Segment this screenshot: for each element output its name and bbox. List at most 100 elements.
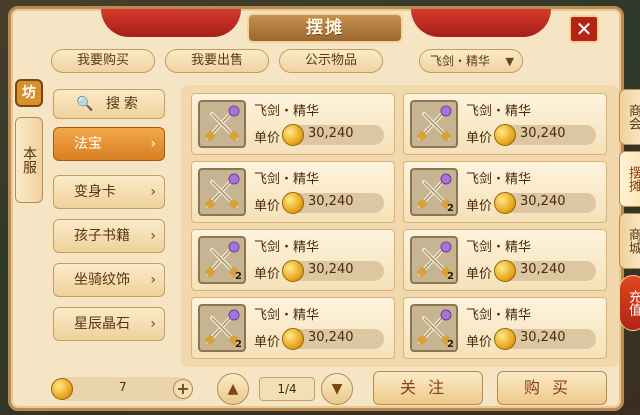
item-name: 飞剑・精华 [254,240,320,255]
item-card[interactable]: 2 飞剑・精华单价 30,240 [191,297,395,359]
coin-icon [494,328,516,350]
price-box: 30,240 [282,192,384,214]
search-button[interactable]: 🔍 搜索 [53,89,165,119]
item-filter-select[interactable]: 飞剑・精华 ▼ [419,49,523,73]
item-quantity: 2 [235,339,242,350]
item-name: 飞剑・精华 [466,104,532,119]
item-name: 飞剑・精华 [466,308,532,323]
price-box: 30,240 [494,328,596,350]
item-card[interactable]: 2 飞剑・精华单价 30,240 [191,229,395,291]
category-label: 星辰晶石 [74,316,130,332]
category-label: 孩子书籍 [74,228,130,244]
category-panel: 🔍 搜索 法宝 › 变身卡 › 孩子书籍 › 坐骑纹饰 › 星辰晶石 › [47,85,171,367]
category-star-crystal[interactable]: 星辰晶石 › [53,307,165,341]
item-price: 30,240 [308,330,354,345]
side-tab-stall[interactable]: 摆摊 [619,151,640,207]
chevron-down-icon: ▼ [331,381,343,397]
buy-button[interactable]: 购买 [497,371,607,405]
server-tab[interactable]: 本服 [15,117,43,203]
price-label: 单价 [254,131,281,146]
item-card[interactable]: 2 飞剑・精华单价 30,240 [403,161,607,223]
side-tab-mall[interactable]: 商城 [619,213,640,269]
category-fabao[interactable]: 法宝 › [53,127,165,161]
item-quantity: 2 [447,339,454,350]
stall-window: 摆摊 ✕ 我要购买 我要出售 公示物品 飞剑・精华 ▼ 坊 本服 🔍 搜索 法宝… [8,6,640,411]
bottom-bar: 7 + ▲ 1/4 ▼ 关注 购买 [47,371,623,411]
coin-icon [51,378,73,400]
flying-sword-icon [410,100,458,148]
item-price: 30,240 [520,194,566,209]
tab-buy[interactable]: 我要购买 [51,49,155,73]
item-name: 飞剑・精华 [254,308,320,323]
window-title: 摆摊 [247,13,403,43]
filter-selected-value: 飞剑・精华 [430,54,491,68]
chevron-right-icon: › [150,228,156,244]
item-card[interactable]: 2 飞剑・精华 单价 30,240 [403,229,607,291]
item-quantity: 2 [447,271,454,282]
follow-button[interactable]: 关注 [373,371,483,405]
price-label: 单价 [254,267,281,282]
item-name: 飞剑・精华 [254,172,320,187]
flying-sword-icon: 2 [198,304,246,352]
side-tab-chamber[interactable]: 商会 [619,89,640,145]
item-card[interactable]: 飞剑・精华单价 30,240 [191,161,395,223]
title-bar: 摆摊 ✕ [11,9,621,47]
price-label: 单价 [466,335,493,350]
page-indicator: 1/4 [259,377,315,401]
item-card[interactable]: 飞剑・精华单价 30,240 [191,93,395,155]
coin-icon [282,328,304,350]
flying-sword-icon [198,168,246,216]
category-label: 法宝 [74,136,102,152]
flying-sword-icon: 2 [410,168,458,216]
chevron-right-icon: › [150,136,156,152]
side-tab-recharge[interactable]: 充值 [619,275,640,331]
tab-public-items[interactable]: 公示物品 [279,49,383,73]
flying-sword-icon [198,100,246,148]
category-label: 坐骑纹饰 [74,272,130,288]
page-up-button[interactable]: ▲ [217,373,249,405]
item-card[interactable]: 2 飞剑・精华单价 30,240 [403,297,607,359]
category-mount-pattern[interactable]: 坐骑纹饰 › [53,263,165,297]
item-price: 30,240 [520,126,566,141]
category-transform-card[interactable]: 变身卡 › [53,175,165,209]
item-grid: 飞剑・精华 单价 30,240 飞剑・精华 单价 30,240 飞剑・精华 单价 30,240 2… [181,85,619,367]
item-name: 飞剑・精华 [466,240,532,255]
coin-icon [494,124,516,146]
category-child-books[interactable]: 孩子书籍 › [53,219,165,253]
item-name: 飞剑・精华 [466,172,532,187]
chevron-right-icon: › [150,184,156,200]
price-label: 单价 [254,335,281,350]
price-box: 30,240 [494,124,596,146]
red-ribbon-left [101,9,241,37]
item-card[interactable]: 飞剑・精华单价 30,240 [403,93,607,155]
page-down-button[interactable]: ▼ [321,373,353,405]
coin-icon [282,260,304,282]
item-quantity: 2 [235,271,242,282]
item-price: 30,240 [308,126,354,141]
category-label: 变身卡 [74,184,116,200]
currency-display: 7 + [51,377,193,401]
item-price: 30,240 [308,262,354,277]
chevron-right-icon: › [150,272,156,288]
search-label: 搜索 [105,96,142,112]
price-label: 单价 [254,199,281,214]
flying-sword-icon: 2 [410,304,458,352]
coin-icon [282,192,304,214]
price-box: 30,240 [494,260,596,282]
shop-badge: 坊 [15,79,43,107]
flying-sword-icon: 2 [198,236,246,284]
item-name: 飞剑・精华 [254,104,320,119]
coin-icon [494,260,516,282]
chevron-down-icon: ▼ [505,55,514,68]
close-button[interactable]: ✕ [569,15,599,43]
chevron-up-icon: ▲ [227,381,239,397]
price-box: 30,240 [282,260,384,282]
item-quantity: 2 [447,203,454,214]
price-box: 30,240 [494,192,596,214]
price-label: 单价 [466,199,493,214]
price-box: 30,240 [282,328,384,350]
coin-icon [494,192,516,214]
tab-sell[interactable]: 我要出售 [165,49,269,73]
price-label: 单价 [466,131,493,146]
add-currency-button[interactable]: + [173,379,193,399]
